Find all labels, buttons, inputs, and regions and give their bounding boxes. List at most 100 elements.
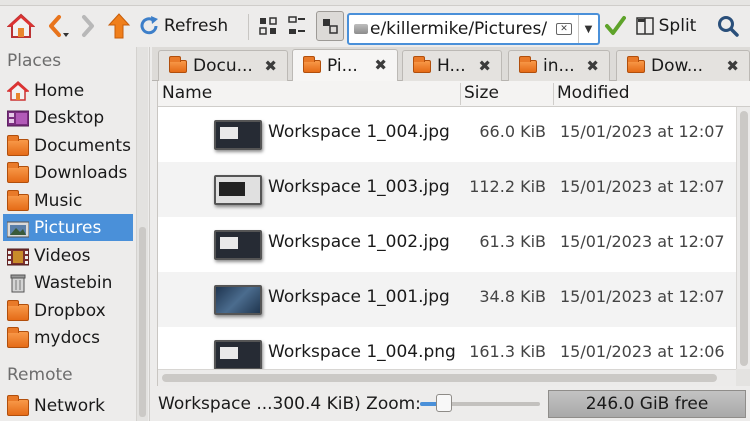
vertical-scrollbar[interactable] (736, 107, 750, 369)
home-button[interactable] (6, 10, 36, 42)
back-arrow-icon (49, 15, 69, 37)
column-size[interactable]: Size (464, 83, 499, 103)
folder-icon (7, 299, 29, 321)
compact-view-button[interactable] (286, 10, 308, 42)
column-separator[interactable] (460, 83, 461, 105)
folder-icon (627, 56, 645, 73)
network-folder-icon (7, 394, 29, 416)
file-name: Workspace 1_001.jpg (268, 287, 450, 307)
tab-label: Pi... (327, 55, 358, 76)
split-label: Split (658, 16, 697, 36)
sidebar-item-downloads[interactable]: Downloads (3, 159, 133, 186)
horizontal-scroll-thumb[interactable] (162, 374, 717, 382)
column-modified[interactable]: Modified (557, 83, 630, 103)
vertical-scroll-thumb[interactable] (740, 111, 748, 366)
desktop-icon (6, 108, 30, 128)
folder-icon (519, 56, 537, 73)
close-icon[interactable]: ✖ (726, 57, 739, 75)
sidebar-scrollbar[interactable] (136, 47, 148, 421)
close-icon[interactable]: ✖ (264, 57, 277, 75)
go-button[interactable] (602, 10, 628, 42)
sidebar-item-documents[interactable]: Documents (3, 132, 133, 159)
sidebar-item-network[interactable]: Network (3, 392, 133, 419)
tab-label: H... (437, 56, 466, 76)
status-bar: Workspace ...300.4 KiB) Zoom: 246.0 GiB … (152, 386, 750, 421)
close-icon[interactable]: ✖ (586, 57, 599, 75)
music-folder-icon (7, 189, 29, 211)
path-dropdown-button[interactable]: ▼ (578, 15, 598, 43)
search-button[interactable] (714, 10, 742, 42)
tab-home[interactable]: H... ✖ (402, 50, 502, 81)
column-header-row: Name Size Modified (158, 81, 750, 107)
grid-view-icon (259, 17, 277, 35)
sidebar-item-label: Music (34, 190, 83, 211)
file-name: Workspace 1_003.jpg (268, 177, 450, 197)
refresh-icon (140, 16, 158, 35)
tab-in[interactable]: in... ✖ (508, 50, 610, 81)
table-row[interactable]: Workspace 1_001.jpg 34.8 KiB 15/01/2023 … (158, 272, 736, 327)
downloads-folder-icon (7, 161, 29, 183)
sidebar-item-wastebin[interactable]: Wastebin (3, 269, 133, 296)
sidebar-item-desktop[interactable]: Desktop (3, 104, 133, 131)
sidebar-item-label: Home (34, 80, 85, 101)
up-button[interactable] (105, 10, 133, 42)
sidebar-item-dropbox[interactable]: Dropbox (3, 297, 133, 324)
sidebar-item-pictures[interactable]: Pictures (3, 214, 133, 241)
sidebar-item-label: mydocs (34, 327, 101, 348)
clear-path-icon[interactable]: ✕ (556, 23, 572, 35)
detailed-view-button[interactable] (316, 11, 344, 41)
tab-label: Docu... (193, 56, 253, 76)
table-row[interactable]: Workspace 1_004.jpg 66.0 KiB 15/01/2023 … (158, 107, 736, 162)
up-arrow-icon (107, 13, 131, 39)
split-button[interactable]: Split (633, 10, 699, 42)
folder-icon (303, 55, 321, 73)
table-row[interactable]: Workspace 1_003.jpg 112.2 KiB 15/01/2023… (158, 162, 736, 217)
path-entry[interactable]: e/killermike/Pictures/ ✕ ▼ (347, 13, 600, 45)
documents-folder-icon (7, 134, 29, 156)
file-name: Workspace 1_002.jpg (268, 232, 450, 252)
sidebar-item-label: Wastebin (34, 272, 113, 293)
drive-icon (354, 24, 368, 34)
forward-arrow-icon (82, 15, 94, 37)
sidebar: Places Home Desktop Documents Downloads … (0, 47, 150, 421)
sidebar-item-mydocs[interactable]: mydocs (3, 324, 133, 351)
sidebar-scroll-thumb[interactable] (139, 227, 146, 417)
file-list: Name Size Modified Workspace 1_004.jpg 6… (157, 81, 750, 386)
file-size: 66.0 KiB (479, 122, 546, 141)
folder-icon (413, 56, 431, 73)
back-button[interactable] (42, 10, 72, 42)
refresh-label: Refresh (163, 16, 229, 36)
sidebar-item-home[interactable]: Home (3, 77, 133, 104)
sidebar-item-music[interactable]: Music (3, 187, 133, 214)
tab-pictures[interactable]: Pi... ✖ (292, 49, 398, 81)
chevron-down-icon: ▼ (584, 23, 593, 35)
sidebar-item-label: Dropbox (34, 300, 106, 321)
tab-label: Dow... (651, 56, 704, 76)
file-modified: 15/01/2023 at 12:06 (560, 342, 725, 361)
close-icon[interactable]: ✖ (374, 56, 387, 74)
sidebar-item-videos[interactable]: Videos (3, 242, 133, 269)
forward-button[interactable] (76, 10, 100, 42)
scroll-corner (736, 369, 750, 386)
close-icon[interactable]: ✖ (478, 57, 491, 75)
sidebar-item-label: Network (34, 395, 105, 416)
icon-view-button[interactable] (256, 10, 280, 42)
zoom-slider-handle[interactable] (436, 394, 452, 412)
tab-documents[interactable]: Docu... ✖ (158, 50, 288, 81)
column-separator[interactable] (553, 83, 554, 105)
toolbar: Refresh e/killermike/Pictures/ ✕ ▼ Split (0, 6, 750, 46)
horizontal-scrollbar[interactable] (158, 369, 736, 386)
file-name: Workspace 1_004.jpg (268, 122, 450, 142)
check-icon (605, 16, 626, 35)
path-input-text[interactable]: e/killermike/Pictures/ (370, 19, 556, 39)
image-thumbnail (214, 285, 262, 315)
tab-downloads[interactable]: Dow... ✖ (616, 50, 750, 81)
tab-label: in... (543, 56, 575, 76)
sidebar-item-label: Desktop (34, 107, 105, 128)
refresh-button[interactable]: Refresh (137, 10, 229, 42)
free-space-indicator: 246.0 GiB free (548, 390, 746, 418)
table-row[interactable]: Workspace 1_002.jpg 61.3 KiB 15/01/2023 … (158, 217, 736, 272)
home-icon (6, 80, 30, 101)
folder-icon (169, 56, 187, 73)
column-name[interactable]: Name (162, 83, 212, 103)
